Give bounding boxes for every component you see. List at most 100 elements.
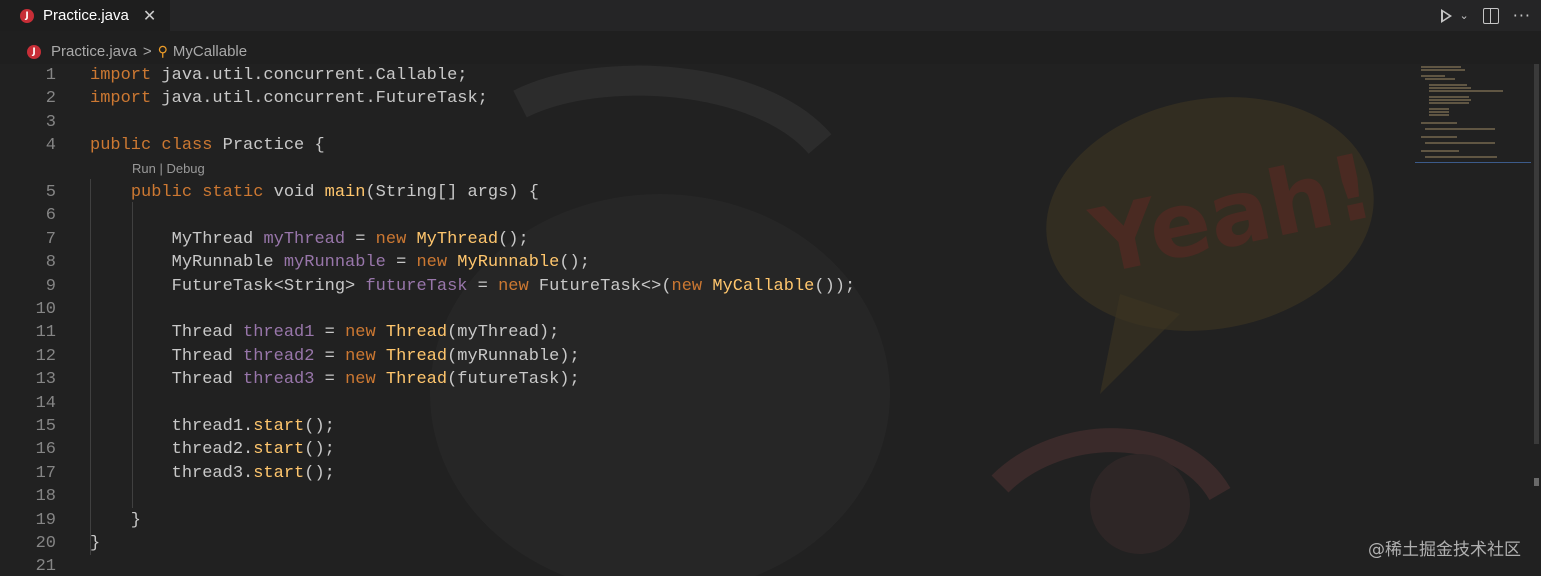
code-line[interactable]: 4 public class Practice { bbox=[0, 134, 1420, 157]
code-token: = bbox=[385, 253, 417, 273]
code-token: (futureTask); bbox=[447, 370, 580, 390]
code-line[interactable]: 21 bbox=[0, 555, 1420, 576]
code-token: = bbox=[345, 229, 376, 249]
code-line[interactable]: 8 MyRunnable myRunnable = new MyRunnable… bbox=[0, 251, 1420, 274]
line-code: thread3.start(); bbox=[90, 462, 335, 485]
code-token: (); bbox=[498, 229, 529, 249]
code-line[interactable]: 5 public static void main(String[] args)… bbox=[0, 181, 1420, 204]
line-code: Thread thread1 = new Thread(myThread); bbox=[90, 321, 560, 344]
line-code: public class Practice { bbox=[90, 134, 325, 157]
line-number: 21 bbox=[35, 557, 56, 576]
code-token: MyCallable bbox=[712, 276, 815, 296]
code-token: = bbox=[467, 276, 499, 296]
code-token: ()); bbox=[814, 276, 856, 296]
code-line[interactable]: 17 thread3.start(); bbox=[0, 462, 1420, 485]
code-token: new bbox=[345, 370, 376, 390]
codelens-run-debug[interactable]: Run | Debug bbox=[132, 161, 205, 176]
code-editor[interactable]: Yeah! Run | Debug 1 import java.util.conc… bbox=[0, 64, 1541, 576]
line-code: thread1.start(); bbox=[90, 415, 335, 438]
code-token: MyThread bbox=[416, 229, 499, 249]
code-token: new bbox=[345, 346, 376, 366]
code-token: MyRunnable bbox=[457, 253, 560, 273]
tab-bar: J Practice.java ✕ ⌄ ··· bbox=[0, 0, 1541, 31]
tab-label: Practice.java bbox=[43, 7, 129, 24]
code-token: import bbox=[90, 89, 152, 109]
code-token: thread3 bbox=[243, 370, 315, 390]
code-token: } bbox=[90, 510, 142, 530]
breadcrumb-symbol[interactable]: MyCallable bbox=[173, 43, 247, 60]
line-number: 16 bbox=[35, 440, 56, 460]
code-token: thread2 bbox=[243, 346, 315, 366]
scrollbar-marker bbox=[1534, 478, 1539, 486]
code-token: thread2. bbox=[90, 440, 254, 460]
code-line[interactable]: 7 MyThread myThread = new MyThread(); bbox=[0, 228, 1420, 251]
code-token: thread1 bbox=[243, 323, 315, 343]
code-token: new bbox=[345, 323, 376, 343]
line-number: 19 bbox=[35, 510, 56, 530]
code-token: FutureTask<>( bbox=[528, 276, 672, 296]
run-icon[interactable] bbox=[1440, 8, 1452, 23]
line-number: 18 bbox=[35, 487, 56, 507]
code-token: public static bbox=[130, 183, 264, 202]
line-number: 2 bbox=[45, 89, 56, 109]
code-token: (); bbox=[304, 463, 335, 483]
code-token: (myThread); bbox=[447, 323, 560, 343]
code-token: myRunnable bbox=[283, 253, 386, 273]
line-number: 6 bbox=[45, 206, 56, 226]
code-token: start bbox=[253, 440, 305, 460]
line-number: 12 bbox=[35, 346, 56, 366]
code-token: new bbox=[498, 276, 529, 296]
java-file-icon: J bbox=[27, 44, 41, 59]
line-code: public static void main(String[] args) { bbox=[90, 181, 539, 204]
code-line[interactable]: 20} bbox=[0, 532, 1420, 555]
code-token: Thread bbox=[385, 346, 448, 366]
code-line[interactable]: 1 import java.util.concurrent.Callable; bbox=[0, 64, 1420, 87]
code-line[interactable]: 18 bbox=[0, 485, 1420, 508]
code-line[interactable]: 2 import java.util.concurrent.FutureTask; bbox=[0, 87, 1420, 110]
code-line[interactable]: 13 Thread thread3 = new Thread(futureTas… bbox=[0, 368, 1420, 391]
code-token: java.util.concurrent.FutureTask; bbox=[151, 89, 488, 109]
line-number: 17 bbox=[35, 463, 56, 483]
code-token: (); bbox=[559, 253, 590, 273]
line-number: 4 bbox=[45, 136, 56, 156]
code-line[interactable]: 12 Thread thread2 = new Thread(myRunnabl… bbox=[0, 345, 1420, 368]
editor-actions: ⌄ ··· bbox=[1440, 0, 1531, 31]
code-token: FutureTask<String> bbox=[90, 276, 366, 296]
tab-practice-java[interactable]: J Practice.java ✕ bbox=[0, 0, 170, 31]
code-line[interactable]: 16 thread2.start(); bbox=[0, 438, 1420, 461]
code-line[interactable]: 3 bbox=[0, 111, 1420, 134]
more-actions-icon[interactable]: ··· bbox=[1513, 6, 1531, 25]
line-number: 5 bbox=[45, 183, 56, 202]
code-token: } bbox=[90, 534, 101, 553]
line-code: } bbox=[90, 532, 100, 555]
vertical-scrollbar[interactable] bbox=[1534, 64, 1539, 444]
chevron-down-icon[interactable]: ⌄ bbox=[1460, 9, 1469, 22]
line-number: 9 bbox=[45, 276, 56, 296]
code-line[interactable]: 15 thread1.start(); bbox=[0, 415, 1420, 438]
code-line[interactable]: 14 bbox=[0, 392, 1420, 415]
code-token: thread3. bbox=[90, 463, 254, 483]
breadcrumb-file[interactable]: Practice.java bbox=[51, 43, 137, 60]
minimap[interactable] bbox=[1415, 64, 1531, 164]
split-editor-icon[interactable] bbox=[1482, 7, 1499, 24]
code-token: Practice { bbox=[212, 136, 325, 156]
code-line[interactable]: 11 Thread thread1 = new Thread(myThread)… bbox=[0, 321, 1420, 344]
line-code: import java.util.concurrent.Callable; bbox=[90, 64, 467, 87]
code-line[interactable]: 9 FutureTask<String> futureTask = new Fu… bbox=[0, 275, 1420, 298]
code-line[interactable]: 10 bbox=[0, 298, 1420, 321]
code-token: (String[] args) { bbox=[365, 183, 539, 202]
line-number: 3 bbox=[45, 112, 56, 132]
line-code: MyThread myThread = new MyThread(); bbox=[90, 228, 529, 251]
code-token: Thread bbox=[90, 323, 244, 343]
code-token: java.util.concurrent.Callable; bbox=[151, 66, 468, 85]
code-line[interactable]: 6 bbox=[0, 204, 1420, 227]
line-number: 13 bbox=[35, 370, 56, 390]
close-icon[interactable]: ✕ bbox=[143, 6, 156, 25]
code-token: start bbox=[253, 417, 305, 436]
code-line[interactable]: 19 } bbox=[0, 509, 1420, 532]
